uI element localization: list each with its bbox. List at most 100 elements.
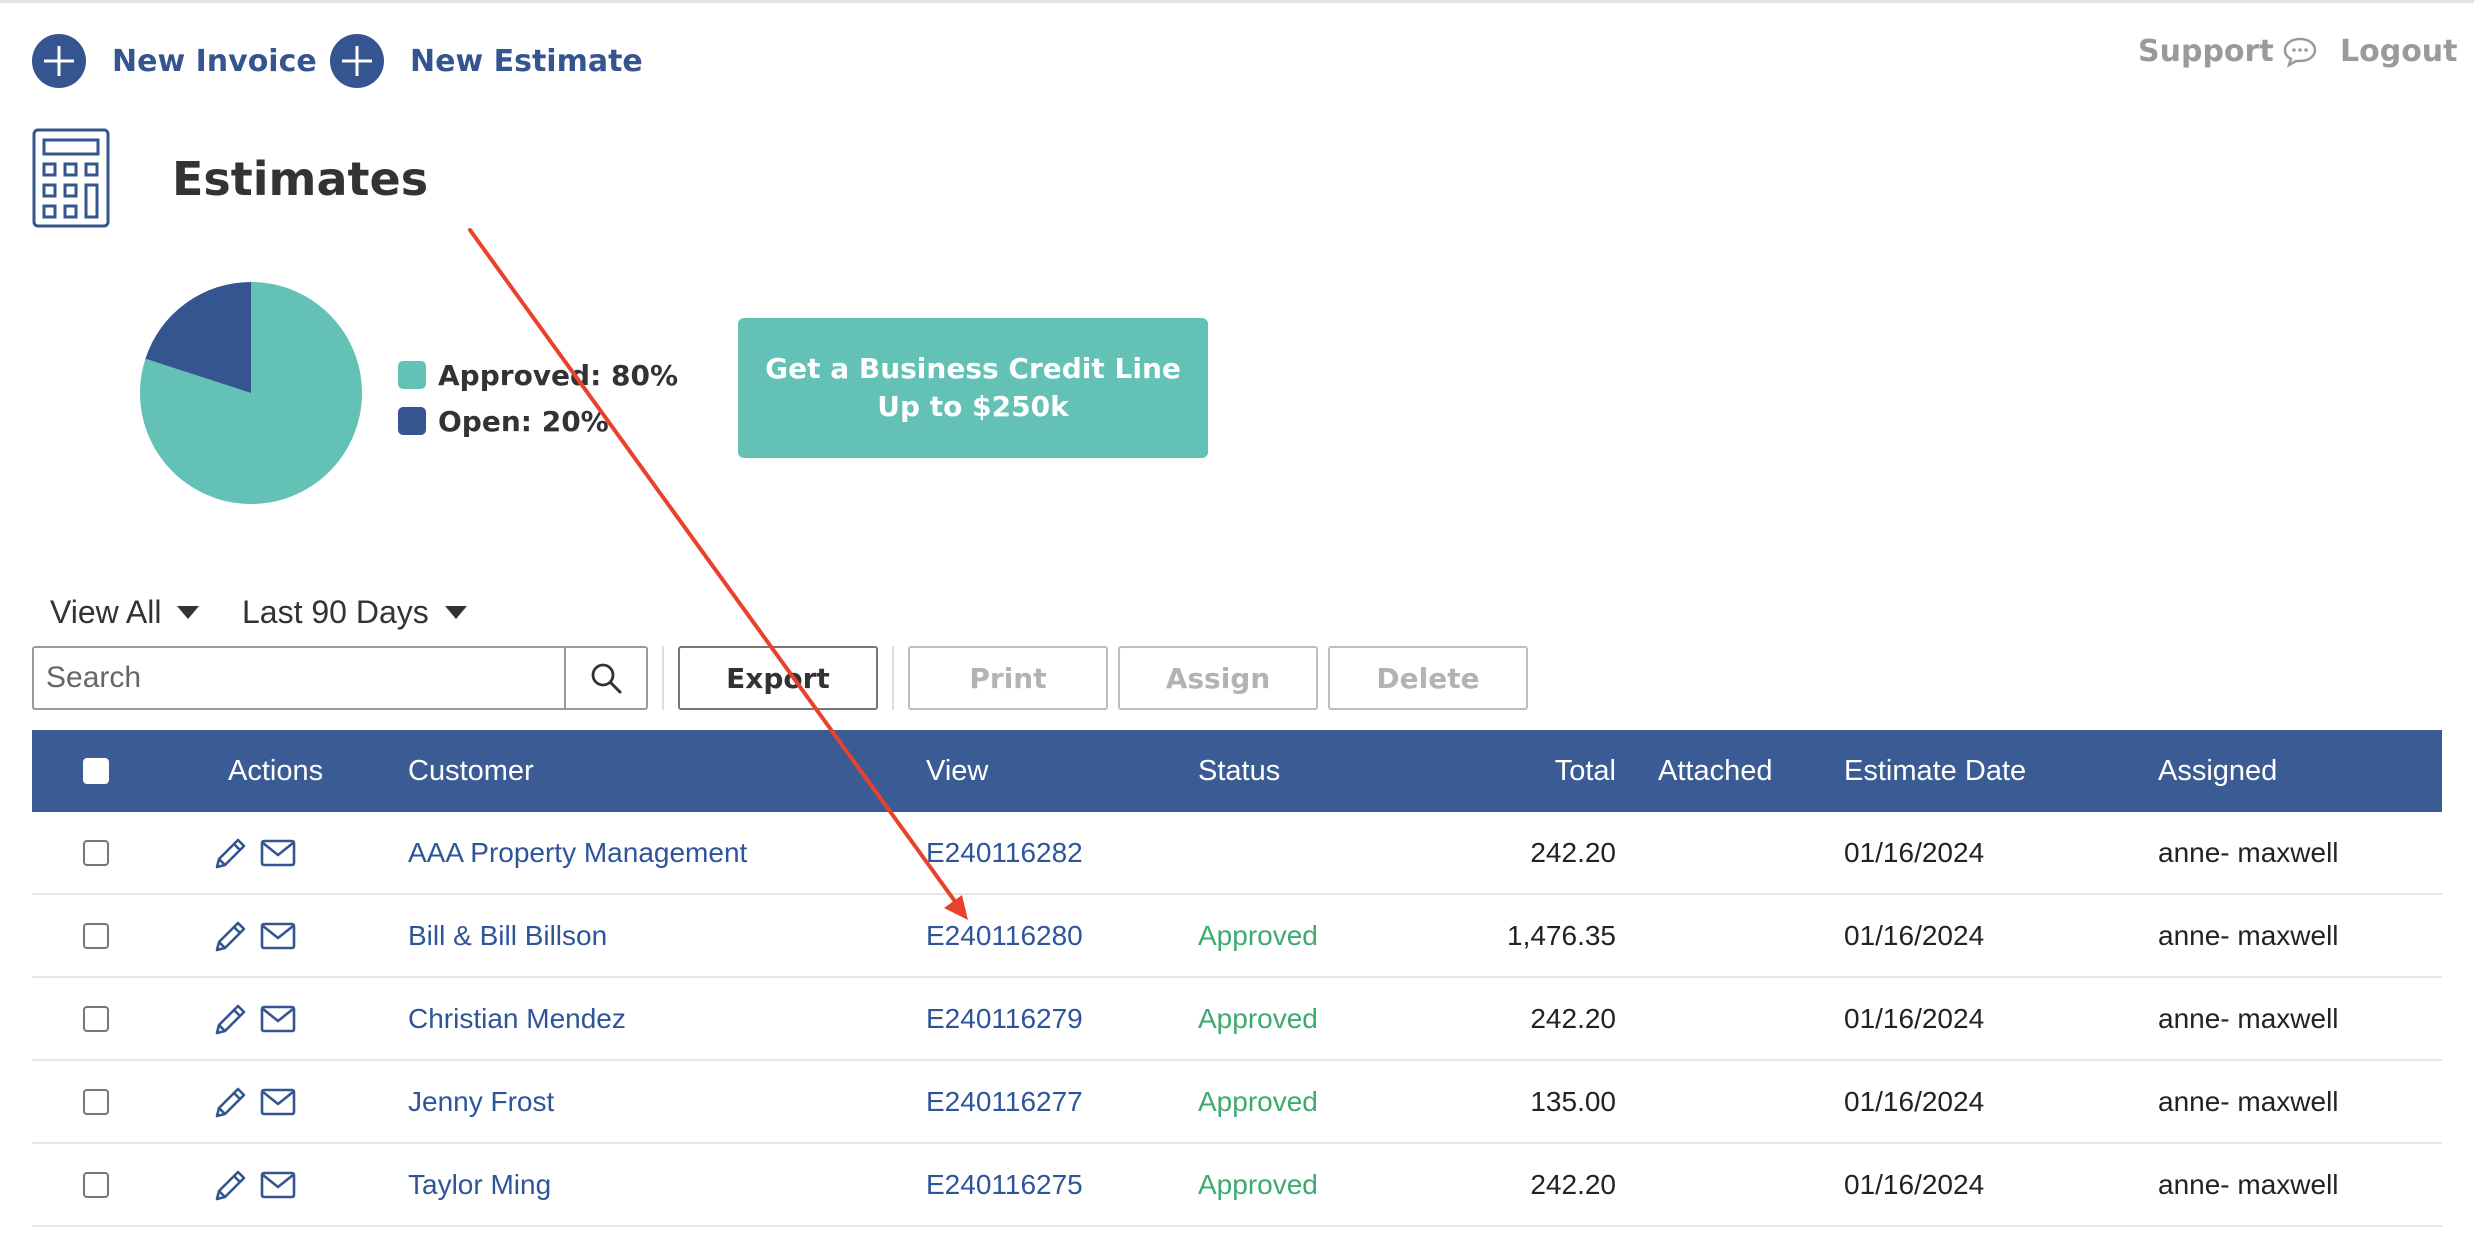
row-checkbox[interactable]	[83, 840, 109, 866]
status-text: Approved	[1198, 1169, 1318, 1200]
pencil-icon[interactable]	[214, 1168, 248, 1202]
assigned-user: anne- maxwell	[2158, 1086, 2339, 1117]
envelope-icon[interactable]	[260, 838, 296, 868]
customer-link[interactable]: Christian Mendez	[408, 978, 626, 1059]
row-checkbox[interactable]	[83, 1006, 109, 1032]
legend-item-open: Open: 20%	[398, 398, 678, 444]
export-button[interactable]: Export	[678, 646, 878, 710]
total-amount: 135.00	[1530, 1086, 1616, 1117]
estimate-date: 01/16/2024	[1844, 1169, 1985, 1200]
customer-link[interactable]: Bill & Bill Billson	[408, 895, 607, 976]
table-row: Jenny Frost E240116277 Approved 135.00 0…	[32, 1061, 2442, 1144]
estimate-number-link[interactable]: E240116275	[926, 1144, 1083, 1225]
row-checkbox[interactable]	[83, 923, 109, 949]
header-total[interactable]: Total	[1382, 730, 1616, 812]
search-box	[32, 646, 648, 710]
print-button[interactable]: Print	[908, 646, 1108, 710]
toolbar-divider	[892, 646, 894, 710]
promo-line-2: Up to $250k	[877, 390, 1069, 423]
new-estimate-button[interactable]: New Estimate	[330, 34, 643, 88]
assigned-user: anne- maxwell	[2158, 837, 2339, 868]
estimate-number-link[interactable]: E240116280	[926, 895, 1083, 976]
header-actions: Actions	[228, 755, 324, 787]
delete-button[interactable]: Delete	[1328, 646, 1528, 710]
view-filter-label: View All	[50, 594, 162, 630]
assign-button[interactable]: Assign	[1118, 646, 1318, 710]
envelope-icon[interactable]	[260, 921, 296, 951]
row-checkbox[interactable]	[83, 1089, 109, 1115]
customer-link[interactable]: Taylor Ming	[408, 1144, 551, 1225]
toolbar-divider	[662, 646, 664, 710]
total-amount: 1,476.35	[1507, 920, 1616, 951]
row-actions	[214, 1168, 296, 1202]
table-row: AAA Property Management E240116282 242.2…	[32, 812, 2442, 895]
assigned-user: anne- maxwell	[2158, 1003, 2339, 1034]
status-text: Approved	[1198, 920, 1318, 951]
table-body: AAA Property Management E240116282 242.2…	[32, 812, 2442, 1227]
header-customer[interactable]: Customer	[408, 730, 534, 812]
estimate-number-link[interactable]: E240116279	[926, 978, 1083, 1059]
header-status[interactable]: Status	[1198, 730, 1280, 812]
pencil-icon[interactable]	[214, 836, 248, 870]
estimate-date: 01/16/2024	[1844, 837, 1985, 868]
table-row: Taylor Ming E240116275 Approved 242.20 0…	[32, 1144, 2442, 1227]
estimate-number-link[interactable]: E240116282	[926, 812, 1083, 893]
logout-link[interactable]: Logout	[2340, 34, 2458, 69]
assigned-user: anne- maxwell	[2158, 920, 2339, 951]
assigned-user: anne- maxwell	[2158, 1169, 2339, 1200]
plus-circle-icon	[330, 34, 384, 88]
customer-link[interactable]: Jenny Frost	[408, 1061, 554, 1142]
estimate-date: 01/16/2024	[1844, 1086, 1985, 1117]
envelope-icon[interactable]	[260, 1004, 296, 1034]
row-actions	[214, 1085, 296, 1119]
estimate-date: 01/16/2024	[1844, 920, 1985, 951]
new-estimate-label: New Estimate	[410, 43, 643, 79]
pencil-icon[interactable]	[214, 919, 248, 953]
status-text: Approved	[1198, 1086, 1318, 1117]
select-all-checkbox[interactable]	[83, 758, 109, 784]
legend-item-approved: Approved: 80%	[398, 352, 678, 398]
chat-bubble-icon	[2283, 37, 2316, 68]
envelope-icon[interactable]	[260, 1087, 296, 1117]
header-view[interactable]: View	[926, 730, 988, 812]
credit-line-promo-button[interactable]: Get a Business Credit Line Up to $250k	[738, 318, 1208, 458]
caret-down-icon	[444, 606, 467, 619]
pencil-icon[interactable]	[214, 1085, 248, 1119]
calculator-icon	[32, 128, 110, 228]
table-row: Christian Mendez E240116279 Approved 242…	[32, 978, 2442, 1061]
customer-link[interactable]: AAA Property Management	[408, 812, 747, 893]
date-range-dropdown[interactable]: Last 90 Days	[242, 594, 467, 631]
legend-swatch-approved	[398, 361, 426, 389]
pencil-icon[interactable]	[214, 1002, 248, 1036]
new-invoice-label: New Invoice	[112, 43, 317, 79]
chart-legend: Approved: 80% Open: 20%	[398, 352, 678, 444]
row-actions	[214, 1002, 296, 1036]
legend-swatch-open	[398, 407, 426, 435]
status-pie-chart	[139, 282, 362, 504]
header-attached[interactable]: Attached	[1658, 730, 1772, 812]
header-assigned[interactable]: Assigned	[2158, 730, 2277, 812]
status-text: Approved	[1198, 1003, 1318, 1034]
table-header: Actions Customer View Status Total Attac…	[32, 730, 2442, 812]
search-icon	[591, 663, 622, 694]
legend-label-open: Open: 20%	[438, 404, 609, 438]
envelope-icon[interactable]	[260, 1170, 296, 1200]
estimate-number-link[interactable]: E240116277	[926, 1061, 1083, 1142]
view-filter-dropdown[interactable]: View All	[50, 594, 200, 631]
date-range-label: Last 90 Days	[242, 594, 429, 630]
total-amount: 242.20	[1530, 1169, 1616, 1200]
total-amount: 242.20	[1530, 1003, 1616, 1034]
header-estimate-date[interactable]: Estimate Date	[1844, 730, 2026, 812]
search-button[interactable]	[564, 648, 646, 708]
support-link[interactable]: Support	[2138, 34, 2318, 69]
plus-circle-icon	[32, 34, 86, 88]
new-invoice-button[interactable]: New Invoice	[32, 34, 317, 88]
row-checkbox[interactable]	[83, 1172, 109, 1198]
legend-label-approved: Approved: 80%	[438, 358, 679, 392]
estimate-date: 01/16/2024	[1844, 1003, 1985, 1034]
table-row: Bill & Bill Billson E240116280 Approved …	[32, 895, 2442, 978]
top-border	[0, 0, 2474, 3]
search-input[interactable]	[34, 648, 564, 708]
caret-down-icon	[177, 606, 200, 619]
promo-line-1: Get a Business Credit Line	[765, 352, 1181, 385]
